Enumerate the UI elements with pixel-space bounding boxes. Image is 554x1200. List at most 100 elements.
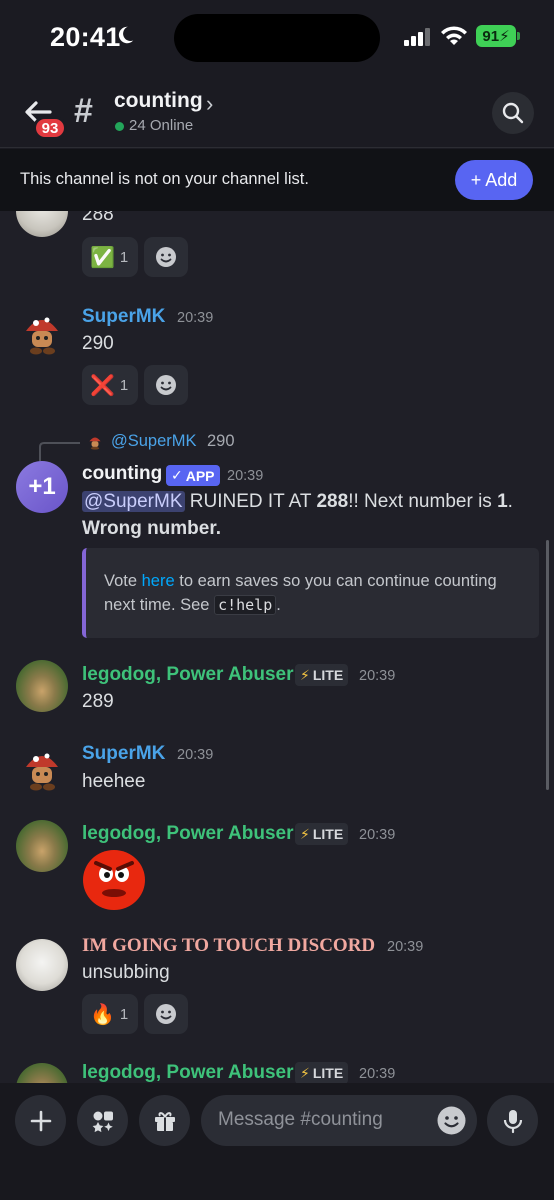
reaction-check[interactable]: ✅ 1	[82, 237, 138, 277]
angry-face-emoji	[83, 850, 145, 910]
online-count: 24 Online	[129, 117, 194, 134]
username[interactable]: legodog, Power Abuser	[82, 1062, 294, 1083]
voice-message-button[interactable]	[487, 1095, 538, 1146]
apps-sparkle-icon	[92, 1111, 113, 1132]
text-part: .	[507, 491, 513, 512]
app-tag: ✓ APP	[166, 465, 220, 486]
message-text: 288	[82, 211, 114, 225]
timestamp: 20:39	[177, 310, 214, 326]
lite-tag: ⚡ LITE	[295, 823, 349, 845]
user-mention[interactable]: @SuperMK	[82, 491, 185, 512]
timestamp: 20:39	[359, 1066, 396, 1082]
username[interactable]: counting	[82, 463, 162, 485]
avatar-legodog[interactable]	[16, 1063, 68, 1083]
channel-header: 93 # counting › 24 Online	[0, 78, 554, 148]
signal-icon	[404, 28, 430, 46]
username[interactable]: SuperMK	[82, 306, 165, 328]
composer-bar	[0, 1083, 554, 1200]
embed-part: .	[276, 596, 281, 614]
reply-avatar-icon	[89, 437, 101, 450]
smiley-add-icon	[156, 375, 176, 395]
text-part: !! Next number is	[348, 491, 498, 512]
reply-username[interactable]: @SuperMK	[111, 432, 197, 451]
avatar[interactable]	[16, 211, 68, 237]
scrollbar[interactable]	[546, 540, 549, 790]
message-input[interactable]	[218, 1107, 418, 1133]
moon-icon	[118, 26, 134, 44]
message-input-box[interactable]	[201, 1095, 477, 1146]
clock: 20:41	[50, 22, 121, 52]
lite-label: LITE	[312, 1065, 344, 1081]
message-text: 290	[82, 333, 114, 354]
lightning-icon: ⚡	[300, 825, 310, 842]
username[interactable]: legodog, Power Abuser	[82, 664, 294, 686]
unread-badge: 93	[33, 116, 67, 140]
avatar-supermk[interactable]	[16, 307, 68, 359]
add-reaction-button[interactable]	[144, 237, 188, 277]
charging-bolt-icon: ⚡	[499, 28, 510, 45]
channel-list-notice: This channel is not on your channel list…	[0, 149, 554, 211]
bold-number: 288	[316, 491, 349, 512]
smiley-add-icon	[156, 1004, 176, 1024]
reaction-cross[interactable]: ❌ 1	[82, 365, 138, 405]
verified-check-icon: ✓	[171, 467, 183, 483]
timestamp: 20:39	[359, 827, 396, 843]
apps-button[interactable]	[77, 1095, 128, 1146]
timestamp: 20:39	[177, 747, 214, 763]
lite-label: LITE	[312, 826, 344, 842]
bot-embed: Vote here to earn saves so you can conti…	[82, 548, 539, 638]
lite-tag: ⚡ LITE	[295, 1062, 349, 1083]
chevron-right-icon[interactable]: ›	[206, 91, 213, 117]
attach-button[interactable]	[15, 1095, 66, 1146]
lightning-icon: ⚡	[300, 1064, 310, 1081]
lite-label: LITE	[312, 667, 344, 683]
lite-tag: ⚡ LITE	[295, 664, 349, 686]
fire-emoji: 🔥	[90, 1003, 115, 1026]
cross-emoji: ❌	[90, 374, 115, 397]
vote-link[interactable]: here	[142, 572, 175, 590]
avatar-touch-discord[interactable]	[16, 939, 68, 991]
embed-text: Vote here to earn saves so you can conti…	[104, 569, 524, 617]
gift-icon	[154, 1111, 175, 1131]
username[interactable]: SuperMK	[82, 743, 165, 765]
reaction-count: 1	[119, 248, 129, 266]
username[interactable]: IM GOING TO TOUCH DISCORD	[82, 935, 375, 957]
check-emoji: ✅	[90, 246, 115, 269]
mushroom-avatar-icon	[26, 317, 58, 355]
message-list[interactable]: 288 ✅ 1 SuperMK 20:39 290 ❌ 1 @SuperMK 2…	[0, 211, 554, 1083]
plus-icon	[30, 1110, 51, 1131]
battery-level: 91	[482, 27, 500, 45]
reaction-fire[interactable]: 🔥 1	[82, 994, 138, 1034]
reply-connector	[39, 442, 80, 461]
reaction-count: 1	[119, 1005, 129, 1023]
lightning-icon: ⚡	[300, 666, 310, 683]
add-channel-button[interactable]: + Add	[455, 160, 533, 200]
reply-text: 290	[207, 432, 235, 450]
microphone-icon	[503, 1109, 522, 1133]
avatar-supermk[interactable]	[16, 743, 68, 795]
battery-indicator: 91 ⚡	[476, 25, 516, 47]
help-command: c!help	[214, 595, 277, 615]
channel-title[interactable]: counting	[114, 89, 203, 113]
online-dot	[115, 122, 124, 131]
bot-avatar-label: +1	[28, 473, 56, 500]
add-reaction-button[interactable]	[144, 994, 188, 1034]
status-bar: 20:41 91 ⚡	[0, 0, 554, 78]
message-text: 289	[82, 691, 114, 712]
add-reaction-button[interactable]	[144, 365, 188, 405]
username[interactable]: legodog, Power Abuser	[82, 823, 294, 845]
search-button[interactable]	[492, 92, 534, 134]
avatar-legodog[interactable]	[16, 660, 68, 712]
bot-message-line2: Wrong number.	[82, 518, 221, 539]
reaction-count: 1	[119, 376, 129, 394]
gift-button[interactable]	[139, 1095, 190, 1146]
notice-text: This channel is not on your channel list…	[20, 170, 309, 188]
timestamp: 20:39	[359, 668, 396, 684]
app-tag-label: APP	[185, 467, 215, 484]
avatar-legodog[interactable]	[16, 820, 68, 872]
avatar-counting-bot[interactable]: +1	[16, 461, 68, 513]
bot-message-line1: @SuperMK RUINED IT AT 288!! Next number …	[82, 491, 513, 513]
emoji-picker-icon[interactable]	[437, 1106, 466, 1135]
battery-tip	[517, 32, 520, 40]
mushroom-avatar-icon	[26, 753, 58, 791]
